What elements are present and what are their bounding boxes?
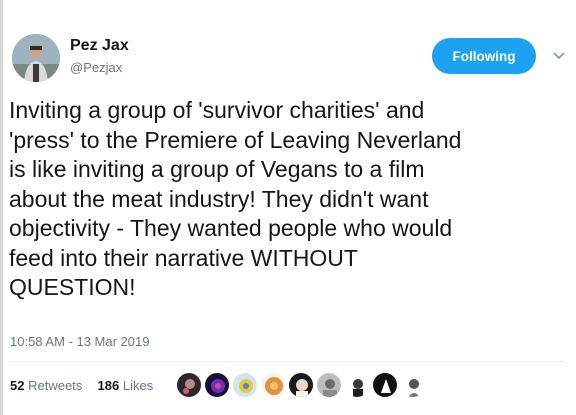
avatar[interactable] (12, 34, 60, 82)
likes-stat[interactable]: 186 Likes (98, 378, 154, 393)
liker-avatar[interactable] (232, 372, 258, 398)
tweet-timestamp[interactable]: 10:58 AM - 13 Mar 2019 (10, 334, 149, 349)
liker-avatar[interactable] (260, 372, 286, 398)
liker-avatar[interactable] (204, 372, 230, 398)
retweets-label: Retweets (28, 378, 83, 393)
liker-avatar[interactable] (344, 372, 370, 398)
tweet-text-line: is like inviting a group of Vegans to a … (9, 156, 425, 182)
tweet-text-line: about the meat industry! They didn't wan… (9, 185, 429, 212)
display-name[interactable]: Pez Jax (70, 37, 129, 55)
user-handle[interactable]: @Pezjax (70, 60, 122, 75)
chevron-down-icon[interactable] (552, 50, 566, 62)
tweet-text-line: Inviting a group of 'survivor charities'… (9, 97, 425, 123)
tweet-text-line: objectivity - They wanted people who wou… (9, 215, 453, 241)
liker-avatar[interactable] (176, 372, 202, 398)
following-button[interactable]: Following (432, 38, 536, 74)
liker-avatar[interactable] (400, 372, 426, 398)
retweets-count: 52 (10, 378, 25, 393)
liker-avatar[interactable] (288, 372, 314, 398)
divider (9, 361, 565, 362)
liker-avatar[interactable] (316, 372, 342, 398)
left-edge-border (0, 0, 3, 415)
tweet-text-line: feed into their narrative WITHOUT (9, 244, 358, 271)
likes-label: Likes (122, 378, 154, 393)
liker-avatar[interactable] (372, 372, 398, 398)
avatar-photo (12, 34, 60, 82)
retweets-stat[interactable]: 52 Retweets (10, 378, 86, 393)
tweet-text: Inviting a group of 'survivor charities'… (9, 96, 565, 303)
tweet-card: Pez Jax @Pezjax Following Inviting a gro… (0, 0, 576, 415)
tweet-text-line: 'press' to the Premiere of Leaving Never… (9, 126, 462, 153)
tweet-stats: 52 Retweets 186 Likes (10, 378, 153, 393)
likes-count: 186 (97, 378, 120, 393)
tweet-text-line: QUESTION! (9, 274, 136, 300)
